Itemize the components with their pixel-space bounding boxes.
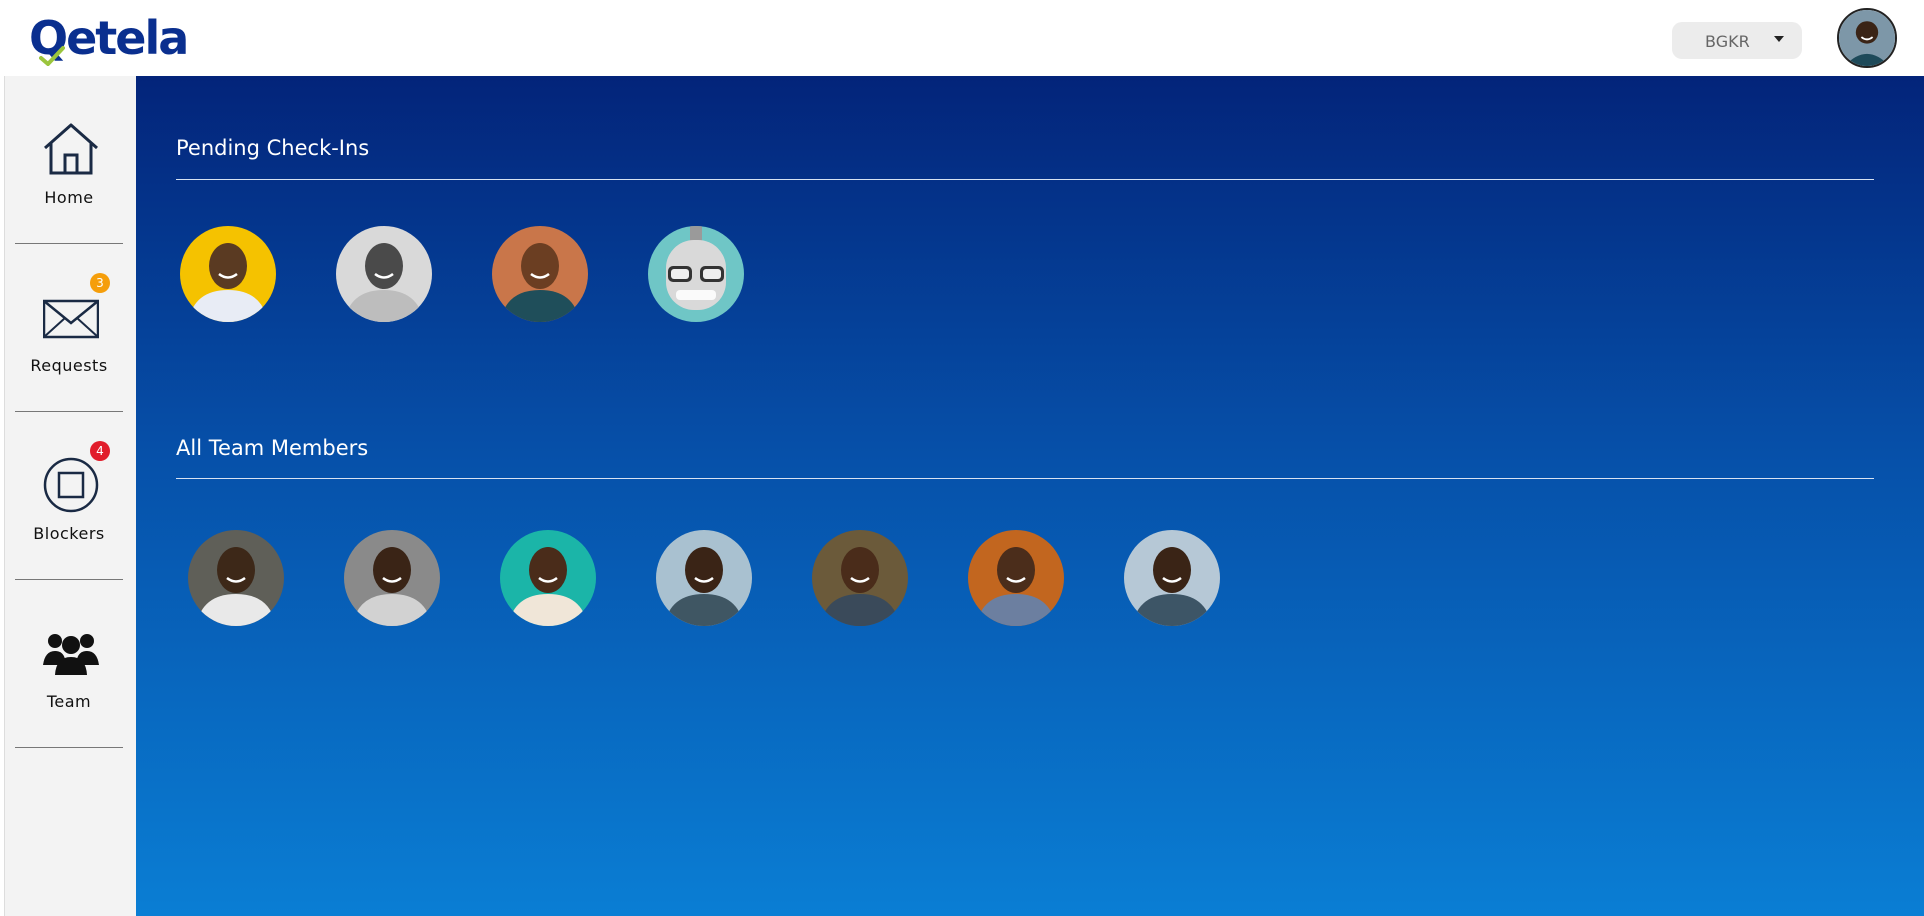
blockers-count-badge: 4	[90, 441, 110, 461]
chevron-down-icon	[1774, 36, 1784, 42]
sidebar-nav: Home 3 Requests 4 Blockers Team	[4, 76, 136, 916]
pending-avatar[interactable]	[336, 226, 432, 322]
team-member-avatar[interactable]	[188, 530, 284, 626]
sidebar-item-label: Team	[46, 692, 92, 711]
sidebar-item-requests[interactable]: 3 Requests	[15, 244, 123, 412]
sidebar-divider	[15, 747, 123, 748]
sidebar-item-blockers[interactable]: 4 Blockers	[15, 412, 123, 580]
main-content: Pending Check-Ins All Team Members	[136, 76, 1924, 916]
pending-avatar[interactable]	[492, 226, 588, 322]
requests-count-badge: 3	[90, 273, 110, 293]
square-icon	[43, 457, 99, 513]
logo-check-icon	[39, 46, 65, 66]
sidebar-item-label: Home	[44, 188, 94, 207]
team-member-avatar[interactable]	[500, 530, 596, 626]
team-members-divider	[176, 478, 1874, 479]
pending-checkins-title: Pending Check-Ins	[176, 136, 370, 160]
envelope-icon	[43, 299, 99, 339]
sidebar-item-home[interactable]: Home	[15, 76, 123, 244]
app-logo[interactable]: Qetela	[29, 10, 189, 66]
pending-avatar[interactable]	[180, 226, 276, 322]
sidebar-item-label: Blockers	[33, 524, 105, 543]
pending-checkins-divider	[176, 179, 1874, 180]
sidebar-item-label: Requests	[30, 356, 108, 375]
org-selector-value: BGKR	[1705, 32, 1750, 51]
sidebar-item-team[interactable]: Team	[15, 580, 123, 748]
team-member-avatar[interactable]	[344, 530, 440, 626]
org-selector[interactable]: BGKR	[1672, 22, 1802, 59]
user-avatar[interactable]	[1837, 8, 1897, 68]
pending-avatar[interactable]	[648, 226, 744, 322]
top-header: Qetela BGKR	[0, 0, 1924, 76]
team-icon	[43, 634, 99, 675]
team-member-avatar[interactable]	[968, 530, 1064, 626]
team-member-avatar[interactable]	[812, 530, 908, 626]
team-member-avatar[interactable]	[1124, 530, 1220, 626]
team-member-avatar[interactable]	[656, 530, 752, 626]
team-members-title: All Team Members	[176, 436, 369, 460]
home-icon	[44, 123, 98, 175]
